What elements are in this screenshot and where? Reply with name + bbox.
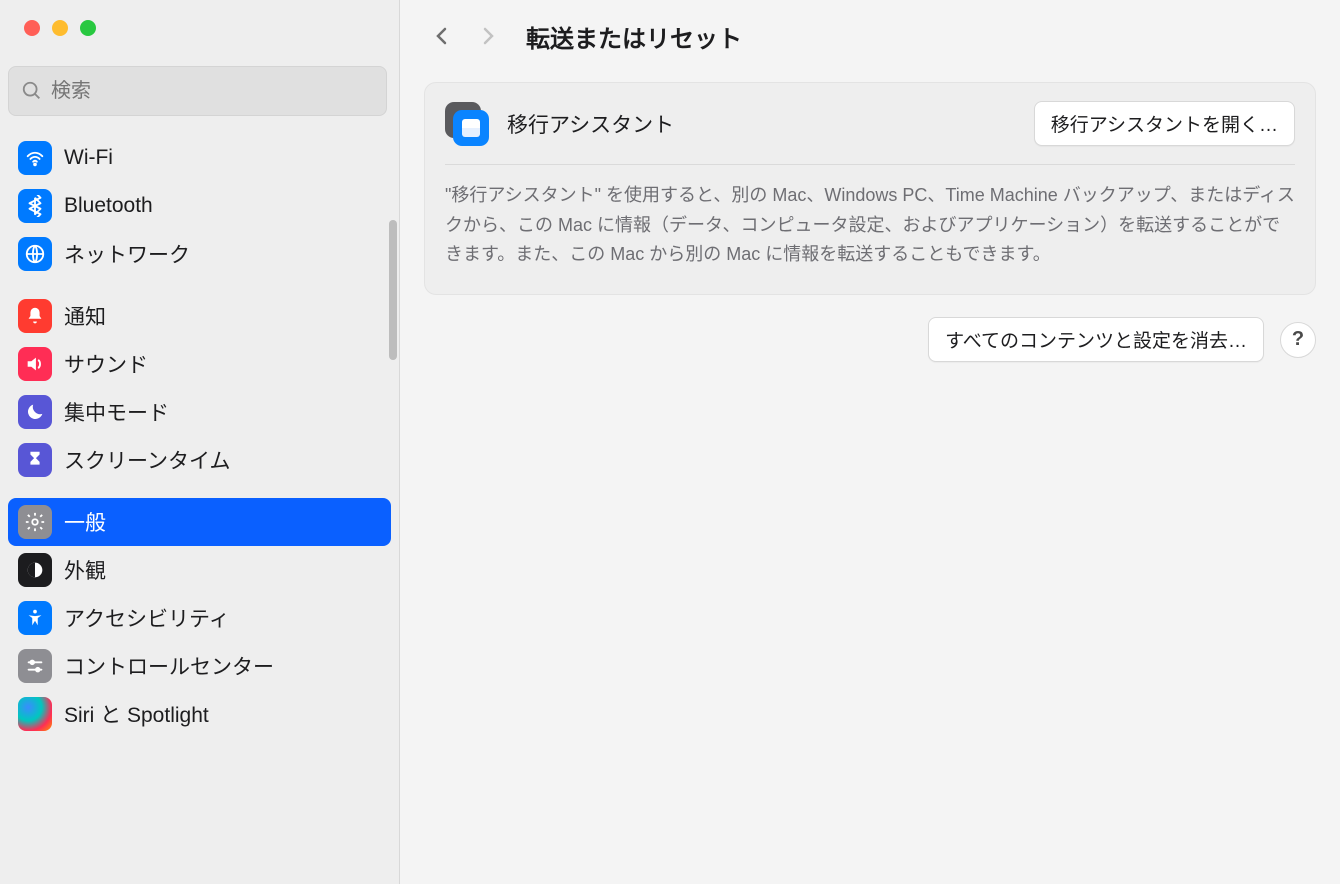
window-controls <box>0 0 399 56</box>
sidebar-item-notifications[interactable]: 通知 <box>8 292 391 340</box>
search-wrap <box>0 56 399 134</box>
nav-forward-button[interactable] <box>470 18 506 54</box>
sidebar-item-network[interactable]: ネットワーク <box>8 230 391 278</box>
migration-title: 移行アシスタント <box>507 109 674 139</box>
sidebar-item-label: 通知 <box>64 301 106 331</box>
page-title: 転送またはリセット <box>526 19 742 54</box>
search-input[interactable] <box>51 80 374 103</box>
sidebar-item-label: アクセシビリティ <box>64 603 230 633</box>
sidebar-item-label: コントロールセンター <box>64 651 274 681</box>
hourglass-icon <box>18 443 52 477</box>
sidebar-item-accessibility[interactable]: アクセシビリティ <box>8 594 391 642</box>
sliders-icon <box>18 649 52 683</box>
close-window-button[interactable] <box>24 20 40 36</box>
search-field[interactable] <box>8 66 387 116</box>
sidebar: Wi-Fi Bluetooth ネットワーク 通知 サウンド 集中モ <box>0 0 400 884</box>
minimize-window-button[interactable] <box>52 20 68 36</box>
sidebar-item-appearance[interactable]: 外観 <box>8 546 391 594</box>
divider <box>445 164 1295 165</box>
appearance-icon <box>18 553 52 587</box>
main-panel: 転送またはリセット 移行アシスタント 移行アシスタントを開く… "移行アシスタン… <box>400 0 1340 884</box>
chevron-left-icon <box>430 24 454 48</box>
sidebar-item-wifi[interactable]: Wi-Fi <box>8 134 391 182</box>
sidebar-item-label: 外観 <box>64 555 106 585</box>
scrollbar-thumb[interactable] <box>389 220 397 360</box>
sidebar-item-sound[interactable]: サウンド <box>8 340 391 388</box>
open-migration-assistant-button[interactable]: 移行アシスタントを開く… <box>1034 101 1295 146</box>
sidebar-item-label: Siri と Spotlight <box>64 699 209 729</box>
sidebar-item-label: 一般 <box>64 507 106 537</box>
sidebar-item-focus[interactable]: 集中モード <box>8 388 391 436</box>
gear-icon <box>18 505 52 539</box>
migration-assistant-icon <box>445 102 489 146</box>
migration-card: 移行アシスタント 移行アシスタントを開く… "移行アシスタント" を使用すると、… <box>424 82 1316 295</box>
sidebar-item-label: 集中モード <box>64 397 169 427</box>
bluetooth-icon <box>18 189 52 223</box>
migration-row: 移行アシスタント 移行アシスタントを開く… <box>445 101 1295 146</box>
sidebar-item-screentime[interactable]: スクリーンタイム <box>8 436 391 484</box>
sidebar-item-label: スクリーンタイム <box>64 445 231 475</box>
sidebar-item-general[interactable]: 一般 <box>8 498 391 546</box>
sidebar-item-bluetooth[interactable]: Bluetooth <box>8 182 391 230</box>
sidebar-item-label: サウンド <box>64 349 148 379</box>
wifi-icon <box>18 141 52 175</box>
siri-icon <box>18 697 52 731</box>
zoom-window-button[interactable] <box>80 20 96 36</box>
speaker-icon <box>18 347 52 381</box>
sidebar-item-siri-spotlight[interactable]: Siri と Spotlight <box>8 690 391 738</box>
nav-back-button[interactable] <box>424 18 460 54</box>
accessibility-icon <box>18 601 52 635</box>
bell-icon <box>18 299 52 333</box>
chevron-right-icon <box>476 24 500 48</box>
sidebar-item-label: ネットワーク <box>64 239 190 269</box>
erase-all-content-button[interactable]: すべてのコンテンツと設定を消去… <box>928 317 1264 362</box>
sidebar-list: Wi-Fi Bluetooth ネットワーク 通知 サウンド 集中モ <box>0 134 399 884</box>
migration-left: 移行アシスタント <box>445 102 674 146</box>
help-button[interactable]: ? <box>1280 322 1316 358</box>
migration-description: "移行アシスタント" を使用すると、別の Mac、Windows PC、Time… <box>445 181 1295 270</box>
moon-icon <box>18 395 52 429</box>
sidebar-item-label: Bluetooth <box>64 194 153 218</box>
sidebar-item-label: Wi-Fi <box>64 146 113 170</box>
bottom-actions: すべてのコンテンツと設定を消去… ? <box>424 317 1316 362</box>
globe-icon <box>18 237 52 271</box>
search-icon <box>21 80 43 102</box>
content: 移行アシスタント 移行アシスタントを開く… "移行アシスタント" を使用すると、… <box>400 72 1340 884</box>
sidebar-item-control-center[interactable]: コントロールセンター <box>8 642 391 690</box>
header: 転送またはリセット <box>400 0 1340 72</box>
